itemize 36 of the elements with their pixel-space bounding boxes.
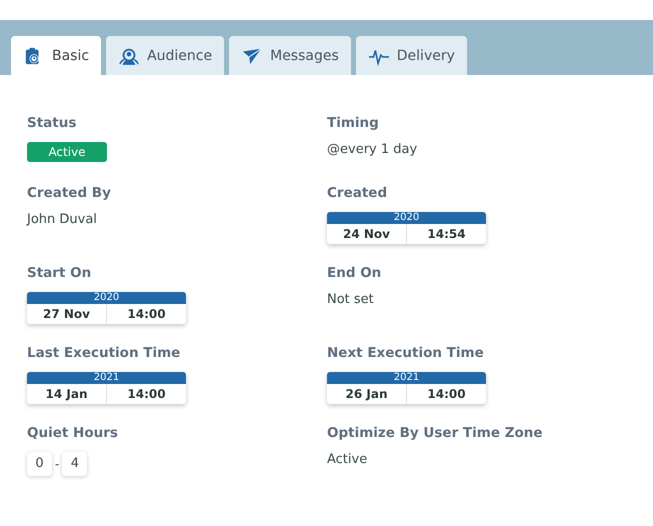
year-header: 2021 bbox=[27, 372, 186, 384]
hour-box: 4 bbox=[62, 452, 88, 476]
hour-box: 0 bbox=[27, 452, 52, 476]
field-label: Created By bbox=[27, 185, 112, 203]
field-label: Next Execution Time bbox=[327, 345, 485, 363]
paper-plane-icon bbox=[241, 46, 264, 66]
field-label: Optimize By User Time Zone bbox=[327, 425, 544, 443]
dash-separator: - bbox=[55, 457, 60, 471]
date-value: 27 Nov bbox=[42, 306, 91, 323]
time-value: 14:00 bbox=[106, 304, 186, 324]
date-value: 14 Jan bbox=[44, 386, 88, 403]
field-label: Quiet Hours bbox=[27, 425, 119, 443]
date-value: 24 Nov bbox=[342, 226, 391, 243]
tab[interactable]: Audience bbox=[106, 36, 224, 75]
field-label: Last Execution Time bbox=[27, 345, 182, 363]
field-label: End On bbox=[327, 265, 382, 283]
time-value: 14:00 bbox=[106, 384, 186, 404]
year-header: 2020 bbox=[27, 292, 186, 304]
field-value: Not set bbox=[327, 292, 375, 307]
time-value: 14:54 bbox=[406, 224, 486, 244]
year-header: 2021 bbox=[327, 372, 486, 384]
status-badge: Active bbox=[27, 142, 107, 162]
year-header: 2020 bbox=[327, 212, 486, 224]
time-value: 14:00 bbox=[406, 384, 486, 404]
field-label: Timing bbox=[327, 115, 380, 133]
people-icon bbox=[118, 46, 140, 66]
tab[interactable]: Messages bbox=[229, 36, 351, 75]
field-label: Start On bbox=[27, 265, 92, 283]
field-label: Created bbox=[327, 185, 388, 203]
date-value: 26 Jan bbox=[344, 386, 388, 403]
field-value: Active bbox=[327, 452, 368, 467]
field-value: John Duval bbox=[27, 212, 98, 227]
field-label: Status bbox=[27, 115, 78, 133]
field-value: @every 1 day bbox=[327, 142, 418, 157]
tab[interactable]: Basic bbox=[11, 36, 102, 75]
tab[interactable]: Delivery bbox=[356, 36, 467, 75]
